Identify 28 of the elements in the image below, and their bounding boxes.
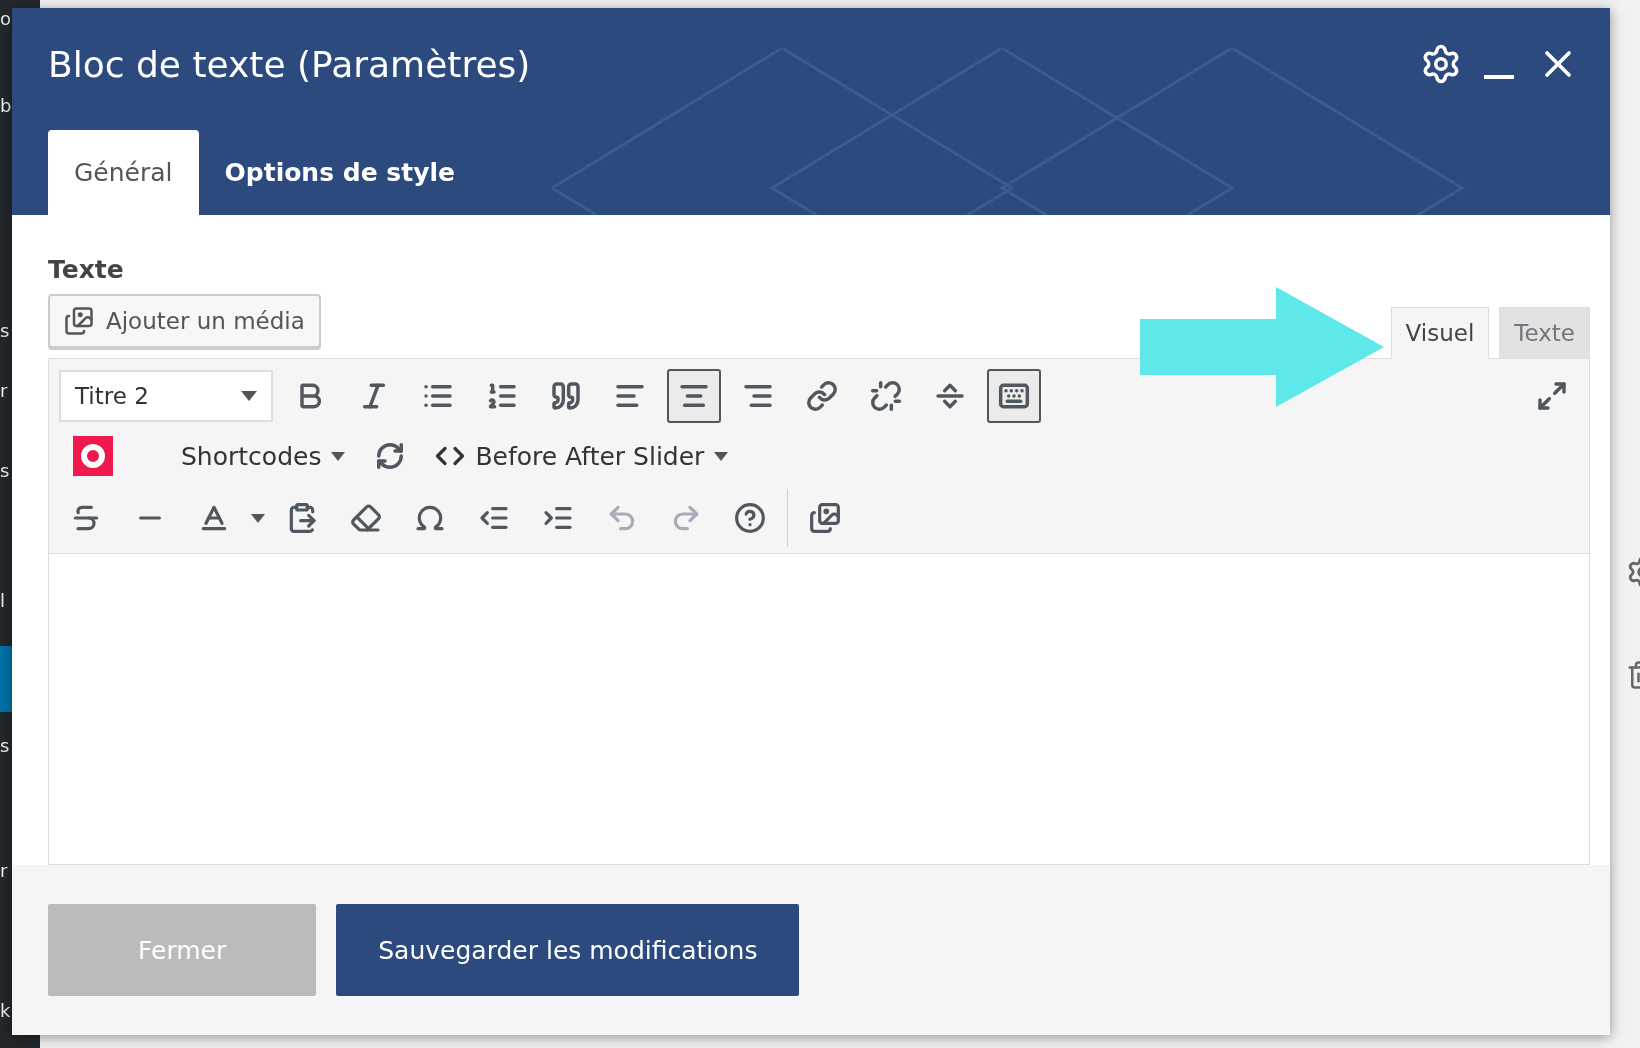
- dialog-tab[interactable]: Options de style: [198, 130, 481, 215]
- caret-icon: [241, 391, 257, 401]
- toolbar-toggle-icon[interactable]: [987, 369, 1041, 423]
- arrow-icon: [1140, 287, 1384, 407]
- add-media-button[interactable]: Ajouter un média: [48, 294, 321, 348]
- sidebar-label[interactable]: s: [0, 460, 10, 481]
- sidebar-label[interactable]: k: [0, 1000, 11, 1021]
- align-center-icon[interactable]: [667, 369, 721, 423]
- sidebar-label[interactable]: s: [0, 320, 10, 341]
- field-label: Texte: [48, 255, 125, 284]
- sidebar-label[interactable]: s: [0, 735, 10, 756]
- plugin-logo-icon[interactable]: [73, 436, 113, 476]
- toolbar-menu[interactable]: Before After Slider: [427, 435, 737, 477]
- editor-tab[interactable]: Visuel: [1390, 307, 1490, 359]
- sidebar-label[interactable]: o: [0, 8, 11, 29]
- toolbar-menu[interactable]: Shortcodes: [173, 435, 354, 477]
- caret-icon: [714, 451, 729, 461]
- sidebar-label[interactable]: b: [0, 95, 12, 116]
- caret-icon[interactable]: [251, 513, 265, 523]
- media-icon: [64, 306, 94, 336]
- sidebar-label[interactable]: l: [0, 590, 5, 611]
- caret-icon: [331, 451, 346, 461]
- sidebar-label[interactable]: r: [0, 860, 8, 881]
- format-select[interactable]: Titre 2: [59, 370, 273, 422]
- dialog-tab[interactable]: Général: [48, 130, 199, 215]
- sidebar-label[interactable]: r: [0, 380, 8, 401]
- save-button[interactable]: Sauvegarder les modifications: [336, 904, 800, 996]
- dialog-title: Bloc de texte (Paramètres): [48, 43, 531, 85]
